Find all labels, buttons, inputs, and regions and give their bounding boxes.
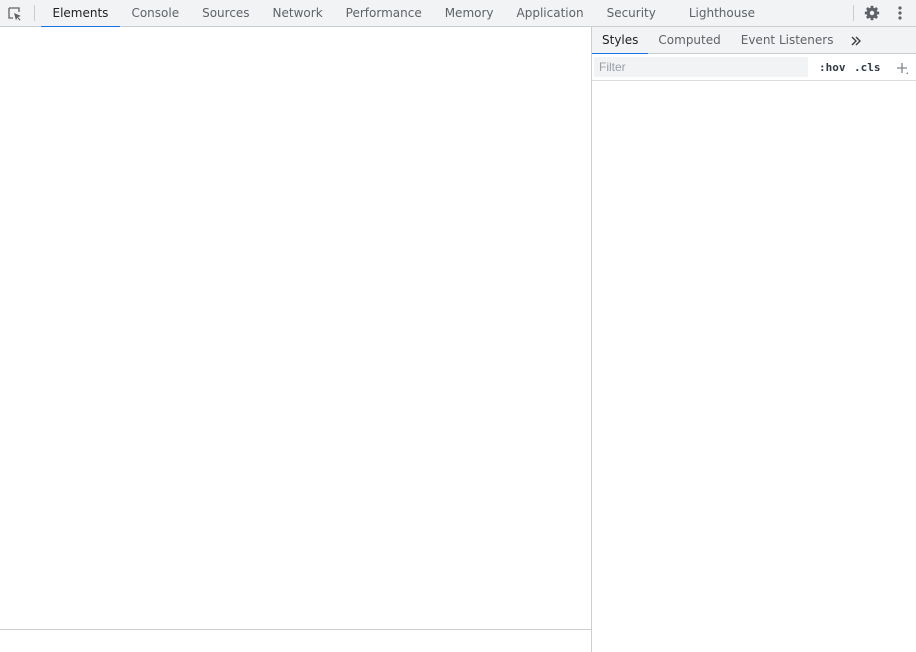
gear-icon [864, 5, 880, 21]
inspect-element-icon [8, 7, 21, 21]
tab-performance[interactable]: Performance [334, 0, 433, 27]
cls-toggle[interactable]: .cls [854, 59, 881, 76]
toolbar-divider-right [853, 5, 854, 21]
breadcrumb[interactable] [0, 629, 591, 652]
tab-security[interactable]: Security [595, 0, 667, 27]
tab-spacer [667, 0, 677, 27]
new-style-rule-button[interactable] [894, 59, 910, 76]
tab-styles[interactable]: Styles [592, 27, 649, 55]
tab-sources[interactable]: Sources [191, 0, 261, 27]
hov-toggle[interactable]: :hov [819, 59, 846, 76]
sidebar-tabs: Styles Computed Event Listeners [592, 27, 916, 55]
more-options-button[interactable] [893, 4, 907, 22]
filter-input[interactable] [594, 57, 808, 77]
tab-event-listeners[interactable]: Event Listeners [731, 27, 844, 54]
tab-application[interactable]: Application [505, 0, 595, 27]
plus-icon [897, 62, 908, 74]
tab-network[interactable]: Network [261, 0, 334, 27]
tab-elements[interactable]: Elements [41, 0, 120, 28]
tab-lighthouse[interactable]: Lighthouse [677, 0, 766, 27]
more-tabs-button[interactable] [843, 27, 869, 54]
styles-toolbar: :hov .cls [592, 54, 916, 81]
tab-memory[interactable]: Memory [433, 0, 505, 27]
styles-sidebar: Styles Computed Event Listeners :hov .cl… [592, 27, 916, 652]
inspect-element-button[interactable] [6, 5, 24, 23]
double-chevron-right-icon [851, 36, 862, 45]
tab-console[interactable]: Console [120, 0, 191, 27]
kebab-menu-icon [898, 6, 902, 20]
tab-computed[interactable]: Computed [648, 27, 730, 54]
panel-tabs: Elements Console Sources Network Perform… [41, 0, 767, 28]
settings-button[interactable] [863, 4, 881, 22]
elements-tree-panel[interactable] [0, 27, 591, 652]
devtools-toolbar: Elements Console Sources Network Perform… [0, 0, 916, 28]
styles-pane[interactable] [592, 82, 916, 652]
toolbar-divider [34, 5, 35, 21]
